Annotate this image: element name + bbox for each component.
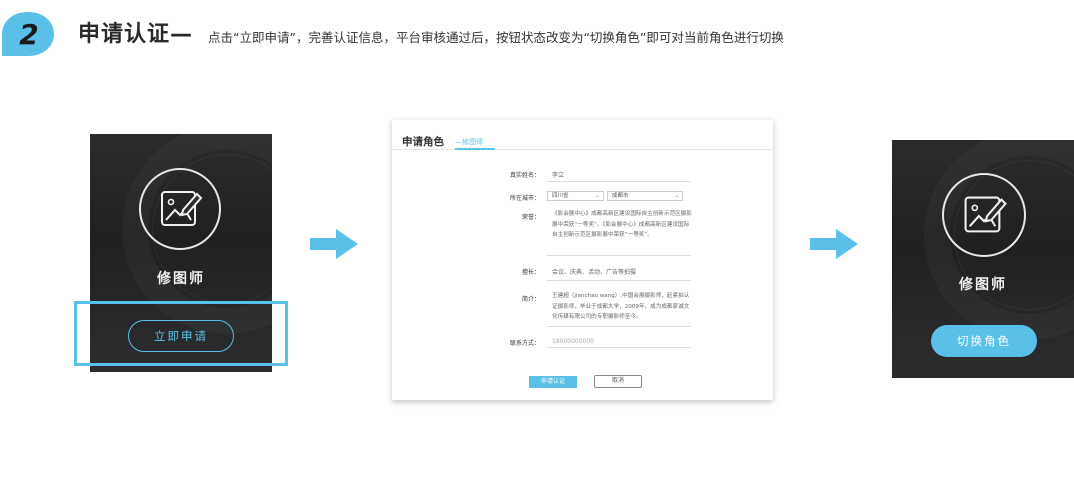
name-field[interactable]: 李立 xyxy=(552,170,564,179)
form-title: 申请角色 xyxy=(402,136,444,148)
apply-role-form: 申请角色 —修图师 真实姓名： 李立 所在城市： 四川省 ⌄ 成都市 ⌄ 荣誉：… xyxy=(392,120,773,400)
image-edit-icon xyxy=(964,196,1007,233)
honor-underline xyxy=(547,255,691,256)
step-description: 点击“立即申请”，完善认证信息，平台审核通过后，按钮状态改变为“切换角色”即可对… xyxy=(208,30,784,45)
skill-label: 擅长： xyxy=(521,269,540,276)
button-highlight-frame xyxy=(74,301,288,366)
step-number: 2 xyxy=(19,18,38,51)
switch-role-button[interactable]: 切换角色 xyxy=(931,325,1037,357)
arrow-right-icon xyxy=(310,229,358,259)
city-value: 成都市 xyxy=(612,193,629,199)
honor-label: 荣誉： xyxy=(521,214,540,221)
province-value: 四川省 xyxy=(552,193,569,199)
intro-underline xyxy=(547,326,691,327)
name-label: 真实姓名： xyxy=(509,172,540,179)
chevron-down-icon: ⌄ xyxy=(673,192,679,199)
form-header: 申请角色 —修图师 xyxy=(392,120,773,150)
skill-field[interactable]: 会议、庆典、活动、广告等拍摄 xyxy=(552,267,636,276)
intro-field[interactable]: 王建超（jianchao wang）,中国会展摄影师，赶紧拍认证摄影师，毕业于成… xyxy=(552,291,692,323)
role-avatar xyxy=(139,168,221,250)
honor-field[interactable]: 《影会展中心》成都高新区建设国际自主创新示范区摄影展中荣获“一等奖”。《影会展中… xyxy=(552,209,692,241)
city-label: 所在城市： xyxy=(509,195,540,202)
step-title: 申请认证— xyxy=(78,22,194,47)
province-select[interactable]: 四川省 ⌄ xyxy=(547,191,604,201)
city-select[interactable]: 成都市 ⌄ xyxy=(607,191,683,201)
arrow-right-icon xyxy=(810,229,858,259)
form-subtitle-underline xyxy=(455,148,495,150)
contact-field[interactable]: 18000000000 xyxy=(552,338,594,345)
role-name: 修图师 xyxy=(959,277,1007,293)
contact-underline xyxy=(547,347,691,348)
name-underline xyxy=(547,181,691,182)
intro-label: 简介： xyxy=(521,296,540,303)
form-subtitle: —修图师 xyxy=(455,138,483,146)
submit-application-button[interactable]: 申请认证 xyxy=(529,376,577,388)
chevron-down-icon: ⌄ xyxy=(594,192,600,199)
image-edit-icon xyxy=(161,191,203,226)
skill-underline xyxy=(547,280,691,281)
role-avatar xyxy=(942,173,1026,257)
role-card-after: 修图师 切换角色 xyxy=(892,140,1074,378)
cancel-button[interactable]: 取消 xyxy=(594,375,642,388)
step-badge: 2 xyxy=(2,12,54,56)
role-name: 修图师 xyxy=(157,271,205,287)
contact-label: 联系方式： xyxy=(509,340,540,347)
